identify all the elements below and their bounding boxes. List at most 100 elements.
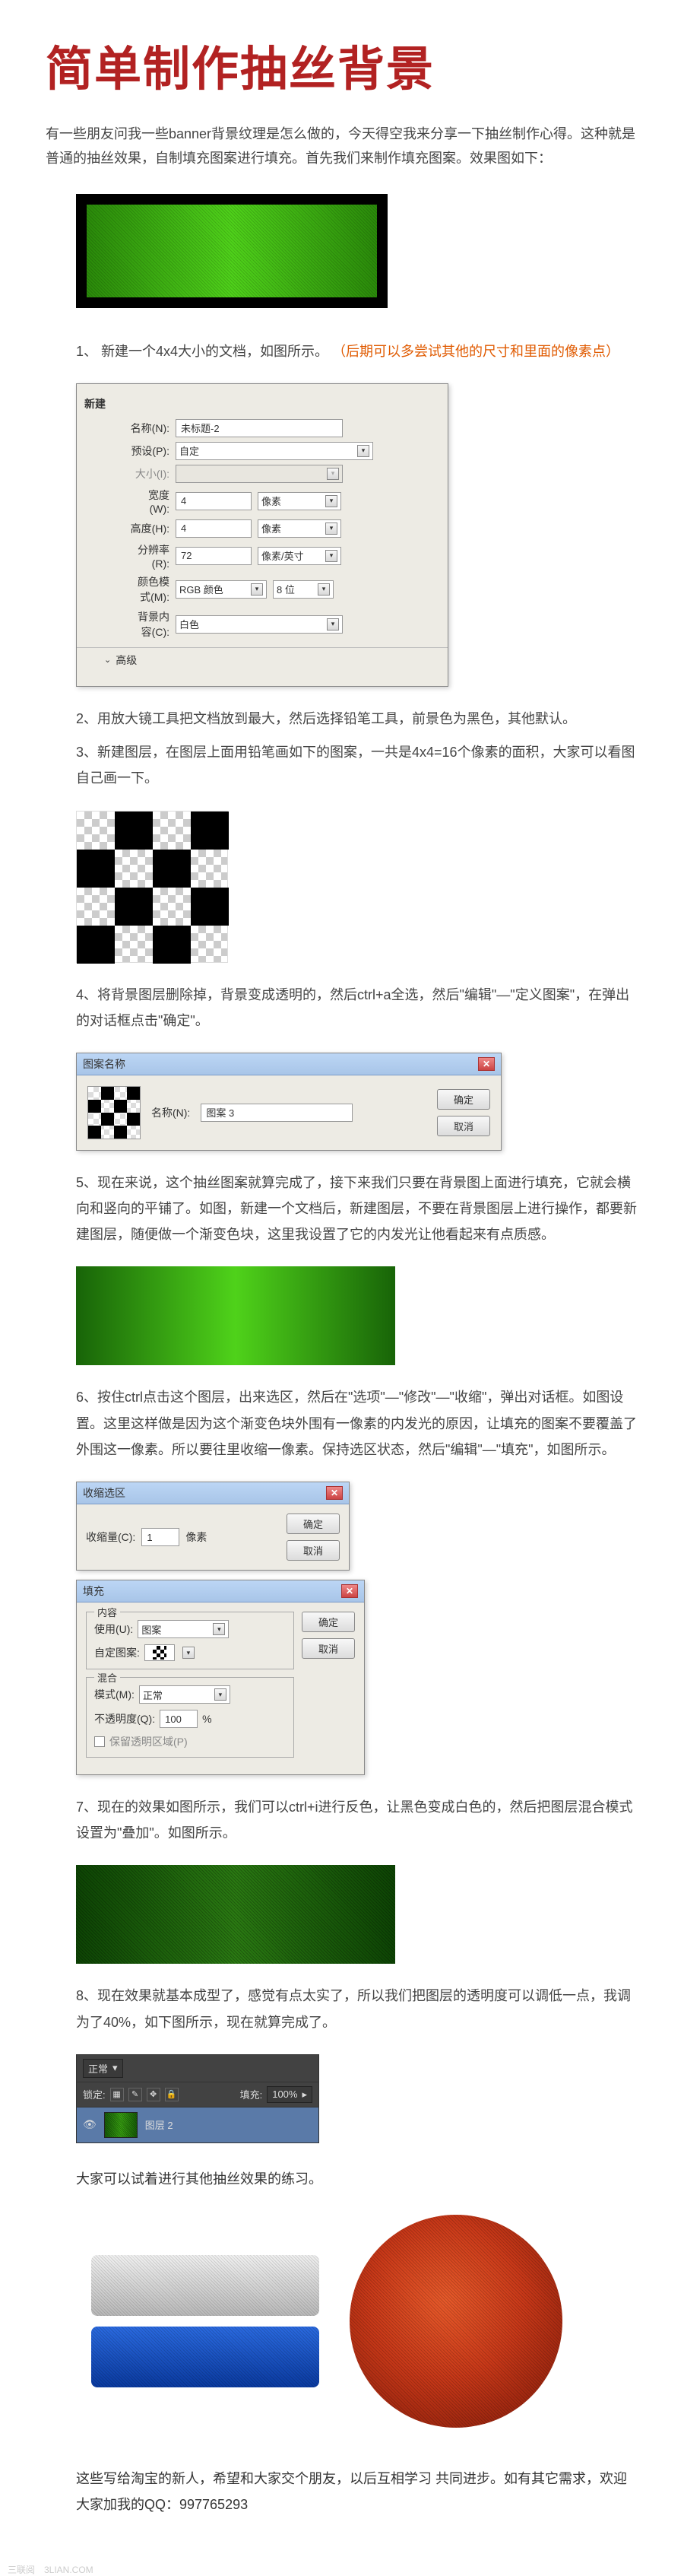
bg-value: 白色 [179, 617, 199, 631]
chevron-down-icon: ▾ [112, 2062, 118, 2074]
chevron-down-icon: ▾ [318, 583, 330, 596]
mode-value: RGB 颜色 [179, 582, 223, 596]
chevron-down-icon: ▾ [327, 618, 339, 631]
textured-block [76, 1865, 395, 1964]
ok-button[interactable]: 确定 [287, 1514, 340, 1534]
chevron-down-icon: ▾ [214, 1688, 226, 1701]
chevron-down-icon: ▾ [251, 583, 263, 596]
width-unit-select[interactable]: 像素 ▾ [258, 492, 341, 510]
pattern-swatch[interactable] [144, 1644, 175, 1661]
advanced-label[interactable]: 高级 [116, 653, 137, 668]
ok-button[interactable]: 确定 [302, 1612, 355, 1632]
res-input[interactable]: 72 [176, 547, 252, 565]
watermark: 三联阅 3LIAN.COM [8, 2563, 684, 2576]
width-unit: 像素 [261, 494, 281, 508]
fill-dialog: 填充 ✕ 内容 使用(U): 图案 ▾ [76, 1580, 365, 1775]
example-blue [91, 2327, 319, 2387]
bg-select[interactable]: 白色 ▾ [176, 615, 343, 634]
fill-title: 填充 [83, 1583, 104, 1599]
chevron-down-icon: ▾ [327, 468, 339, 480]
res-unit-select[interactable]: 像素/英寸 ▾ [258, 547, 341, 565]
opacity-unit: % [202, 1713, 211, 1725]
size-label: 大小(I): [100, 466, 176, 481]
mode-select[interactable]: RGB 颜色 ▾ [176, 580, 267, 599]
pattern-name-dialog: 图案名称 ✕ 名称(N): 图案 3 确定 取消 [76, 1053, 502, 1151]
blend-legend: 混合 [94, 1670, 120, 1685]
cancel-button[interactable]: 取消 [437, 1116, 490, 1136]
opacity-label: 不透明度(Q): [94, 1711, 155, 1726]
mode-label: 颜色模式(M): [100, 574, 176, 605]
step-6: 6、按住ctrl点击这个图层，出来选区，然后在"选项"—"修改"—"收缩"，弹出… [76, 1384, 638, 1463]
height-unit-select[interactable]: 像素 ▾ [258, 519, 341, 538]
name-input[interactable]: 未标题-2 [176, 419, 343, 437]
chevron-down-icon: ▾ [325, 550, 337, 562]
close-icon[interactable]: ✕ [341, 1584, 358, 1598]
width-label: 宽度(W): [100, 488, 176, 515]
use-select[interactable]: 图案 ▾ [138, 1620, 229, 1638]
bits-select[interactable]: 8 位 ▾ [273, 580, 334, 599]
use-label: 使用(U): [94, 1622, 133, 1637]
lock-brush-icon[interactable]: ✎ [128, 2088, 142, 2101]
blend-mode-dropdown[interactable]: 正常 ▾ [83, 2059, 123, 2078]
ok-button[interactable]: 确定 [437, 1089, 490, 1110]
more-examples [91, 2215, 638, 2428]
example-result-inner [87, 205, 377, 297]
shrink-dialog: 收缩选区 ✕ 收缩量(C): 1 像素 确定 取消 [76, 1482, 350, 1571]
shrink-title: 收缩选区 [83, 1485, 125, 1501]
custom-pattern-label: 自定图案: [94, 1645, 140, 1660]
expand-icon[interactable]: ⌄ [100, 655, 116, 665]
dialog-title: 新建 [77, 393, 448, 415]
blend-mode-text: 正常 [88, 2061, 108, 2076]
footer-text: 这些写给淘宝的新人，希望和大家交个朋友，以后互相学习 共同进步。如有其它需求，欢… [76, 2466, 638, 2517]
chevron-down-icon: ▾ [357, 445, 369, 457]
step-2: 2、用放大镜工具把文档放到最大，然后选择铅笔工具，前景色为黑色，其他默认。 [76, 706, 638, 732]
bits-value: 8 位 [277, 582, 295, 596]
blend-mode-value: 正常 [143, 1688, 163, 1702]
bg-label: 背景内容(C): [100, 609, 176, 640]
close-icon[interactable]: ✕ [326, 1486, 343, 1500]
close-icon[interactable]: ✕ [478, 1057, 495, 1071]
preserve-checkbox[interactable] [94, 1736, 105, 1747]
shrink-unit: 像素 [185, 1529, 207, 1545]
fill-value[interactable]: 100% ▸ [267, 2086, 312, 2103]
height-unit: 像素 [261, 521, 281, 535]
fill-label: 填充: [240, 2087, 263, 2101]
conclusion: 大家可以试着进行其他抽丝效果的练习。 [76, 2166, 638, 2192]
height-input[interactable]: 4 [176, 519, 252, 538]
chevron-down-icon: ▾ [213, 1623, 225, 1635]
intro-text: 有一些朋友问我一些banner背景纹理是怎么做的，今天得空我来分享一下抽丝制作心… [46, 122, 638, 171]
preset-select[interactable]: 自定 ▾ [176, 442, 373, 460]
layers-panel: 正常 ▾ 锁定: ▦ ✎ ✥ 🔒 填充: 100% ▸ 👁 图层 2 [76, 2054, 319, 2143]
step-1-note: （后期可以多尝试其他的尺寸和里面的像素点） [332, 344, 619, 359]
chevron-down-icon[interactable]: ▾ [182, 1647, 195, 1659]
page-title: 简单制作抽丝背景 [46, 30, 638, 99]
visibility-icon[interactable]: 👁 [83, 2118, 97, 2131]
preset-label: 预设(P): [100, 443, 176, 459]
pattern-dialog-title: 图案名称 [83, 1056, 125, 1072]
lock-move-icon[interactable]: ✥ [147, 2088, 160, 2101]
layer-thumbnail [104, 2112, 138, 2138]
lock-pixels-icon[interactable]: ▦ [110, 2088, 124, 2101]
size-select: ▾ [176, 465, 343, 483]
opacity-input[interactable]: 100 [160, 1710, 198, 1728]
chevron-down-icon: ▾ [325, 495, 337, 507]
pattern-name-input[interactable]: 图案 3 [201, 1104, 353, 1122]
layer-row[interactable]: 👁 图层 2 [77, 2107, 318, 2142]
preserve-label: 保留透明区域(P) [109, 1734, 188, 1749]
cancel-button[interactable]: 取消 [287, 1540, 340, 1561]
step-7: 7、现在的效果如图所示，我们可以ctrl+i进行反色，让黑色变成白色的，然后把图… [76, 1794, 638, 1846]
preset-value: 自定 [179, 443, 199, 458]
example-circle [350, 2215, 562, 2428]
name-label: 名称(N): [100, 421, 176, 436]
chevron-down-icon: ▾ [325, 523, 337, 535]
shrink-amount-input[interactable]: 1 [141, 1528, 179, 1546]
height-label: 高度(H): [100, 521, 176, 536]
step-4: 4、将背景图层删除掉，背景变成透明的，然后ctrl+a全选，然后"编辑"—"定义… [76, 982, 638, 1034]
step-1-text: 1、 新建一个4x4大小的文档，如图所示。 [76, 344, 328, 359]
cancel-button[interactable]: 取消 [302, 1638, 355, 1659]
lock-all-icon[interactable]: 🔒 [165, 2088, 179, 2101]
width-input[interactable]: 4 [176, 492, 252, 510]
new-document-dialog: 新建 名称(N): 未标题-2 预设(P): 自定 ▾ 大小(I): ▾ 宽度(… [76, 383, 448, 687]
blend-mode-select[interactable]: 正常 ▾ [139, 1685, 230, 1704]
fill-value-text: 100% [272, 2088, 297, 2100]
